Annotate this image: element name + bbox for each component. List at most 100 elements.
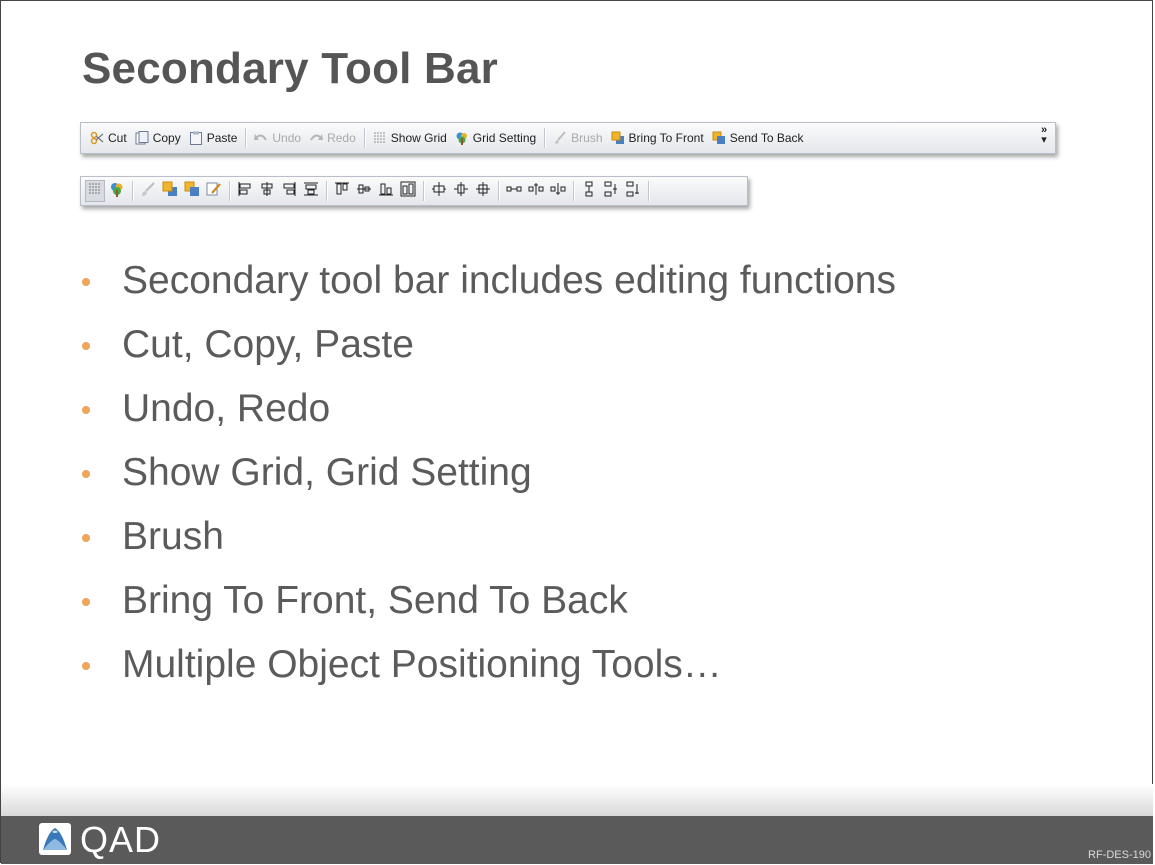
cut-label: Cut — [108, 131, 127, 145]
toolbar-separator — [363, 128, 365, 148]
paste-button[interactable]: Paste — [186, 127, 241, 149]
increase-horizontal-spacing-icon — [528, 181, 544, 202]
bullet-marker — [82, 342, 90, 350]
send-to-back-button[interactable]: Send To Back — [709, 127, 807, 149]
toolbar-separator — [132, 181, 133, 201]
copy-button[interactable]: Copy — [132, 127, 184, 149]
center-horizontally-button[interactable] — [429, 180, 449, 202]
bullet-text: Show Grid, Grid Setting — [122, 451, 532, 494]
bring-to-front-button[interactable] — [160, 180, 180, 202]
decrease-horizontal-spacing-icon — [550, 181, 566, 202]
grid-setting-label: Grid Setting — [472, 131, 537, 145]
toolbar-separator — [245, 128, 247, 148]
same-size-button[interactable] — [398, 180, 418, 202]
decrease-vertical-spacing-button[interactable] — [623, 180, 643, 202]
bullet-marker — [82, 470, 90, 478]
increase-horizontal-spacing-button[interactable] — [526, 180, 546, 202]
align-center-button[interactable] — [257, 180, 277, 202]
bullet-marker — [82, 278, 90, 286]
brush-button[interactable] — [138, 180, 158, 202]
brush-icon — [553, 131, 567, 145]
bullet-text: Secondary tool bar includes editing func… — [122, 259, 896, 302]
align-left-button[interactable] — [235, 180, 255, 202]
grid-icon — [373, 131, 387, 145]
align-right-icon — [281, 181, 297, 202]
toolbar-separator — [573, 181, 574, 201]
horizontal-spacing-button[interactable] — [504, 180, 524, 202]
toolbar-separator — [544, 128, 546, 148]
edit-icon — [206, 181, 222, 202]
cut-button[interactable]: Cut — [87, 127, 130, 149]
align-right-button[interactable] — [279, 180, 299, 202]
show-grid-button[interactable] — [85, 180, 105, 202]
vertical-spacing-icon — [581, 181, 597, 202]
paste-label: Paste — [206, 131, 238, 145]
chevron-down-icon: ▾ — [1041, 134, 1047, 146]
undo-label: Undo — [272, 131, 302, 145]
center-both-button[interactable] — [451, 180, 471, 202]
scissors-icon — [90, 131, 104, 145]
edit-button[interactable] — [204, 180, 224, 202]
toolbar-overflow-button[interactable]: » ▾ — [1037, 125, 1051, 151]
toolbar-separator — [648, 181, 649, 201]
decrease-horizontal-spacing-button[interactable] — [548, 180, 568, 202]
bullet-marker — [82, 662, 90, 670]
increase-vertical-spacing-button[interactable] — [601, 180, 621, 202]
grid-setting-icon — [455, 131, 469, 145]
bullet-text: Undo, Redo — [122, 387, 331, 430]
decrease-vertical-spacing-icon — [625, 181, 641, 202]
distribute-button[interactable] — [473, 180, 493, 202]
bullet-text: Multiple Object Positioning Tools… — [122, 643, 722, 686]
grid-icon — [87, 181, 103, 202]
slide-code: RF-DES-190 — [1088, 849, 1151, 861]
vertical-spacing-button[interactable] — [579, 180, 599, 202]
align-middle-icon — [303, 181, 319, 202]
footer-gradient — [1, 784, 1153, 816]
paste-icon — [189, 131, 203, 145]
brush-label: Brush — [571, 131, 603, 145]
send-to-back-icon — [712, 131, 726, 145]
show-grid-button[interactable]: Show Grid — [370, 127, 450, 149]
center-both-icon — [453, 181, 469, 202]
footer-bar — [1, 816, 1153, 864]
copy-icon — [135, 131, 149, 145]
bullet-marker — [82, 534, 90, 542]
bring-to-front-icon — [162, 181, 178, 202]
toolbar-separator — [326, 181, 327, 201]
toolbar-separator — [229, 181, 230, 201]
bullet-marker — [82, 598, 90, 606]
align-middle-button[interactable] — [301, 180, 321, 202]
redo-label: Redo — [327, 131, 356, 145]
horizontal-spacing-icon — [506, 181, 522, 202]
send-to-back-icon — [184, 181, 200, 202]
bring-to-front-button[interactable]: Bring To Front — [608, 127, 707, 149]
align-top-button[interactable] — [332, 180, 352, 202]
compact-toolbar — [80, 176, 748, 206]
grid-setting-button[interactable] — [107, 180, 127, 202]
bullet-text: Cut, Copy, Paste — [122, 323, 414, 366]
align-bottom-button[interactable] — [376, 180, 396, 202]
bullet-text: Bring To Front, Send To Back — [122, 579, 628, 622]
brush-button[interactable]: Brush — [550, 127, 605, 149]
increase-vertical-spacing-icon — [603, 181, 619, 202]
bring-to-front-label: Bring To Front — [628, 131, 704, 145]
center-horizontally-icon — [431, 181, 447, 202]
distribute-icon — [475, 181, 491, 202]
center-vertical-button[interactable] — [354, 180, 374, 202]
toolbar-separator — [498, 181, 499, 201]
bullet-text: Brush — [122, 515, 224, 558]
undo-icon — [254, 131, 268, 145]
redo-icon — [309, 131, 324, 145]
undo-button[interactable]: Undo — [251, 127, 304, 149]
copy-label: Copy — [152, 131, 181, 145]
send-to-back-button[interactable] — [182, 180, 202, 202]
slide-title: Secondary Tool Bar — [82, 44, 498, 93]
grid-setting-button[interactable]: Grid Setting — [452, 127, 539, 149]
align-bottom-icon — [378, 181, 394, 202]
send-to-back-label: Send To Back — [729, 131, 804, 145]
qad-logo-text: QAD — [80, 819, 162, 860]
center-vertical-icon — [356, 181, 372, 202]
show-grid-label: Show Grid — [390, 131, 447, 145]
bullet-marker — [82, 406, 90, 414]
redo-button[interactable]: Redo — [306, 127, 359, 149]
